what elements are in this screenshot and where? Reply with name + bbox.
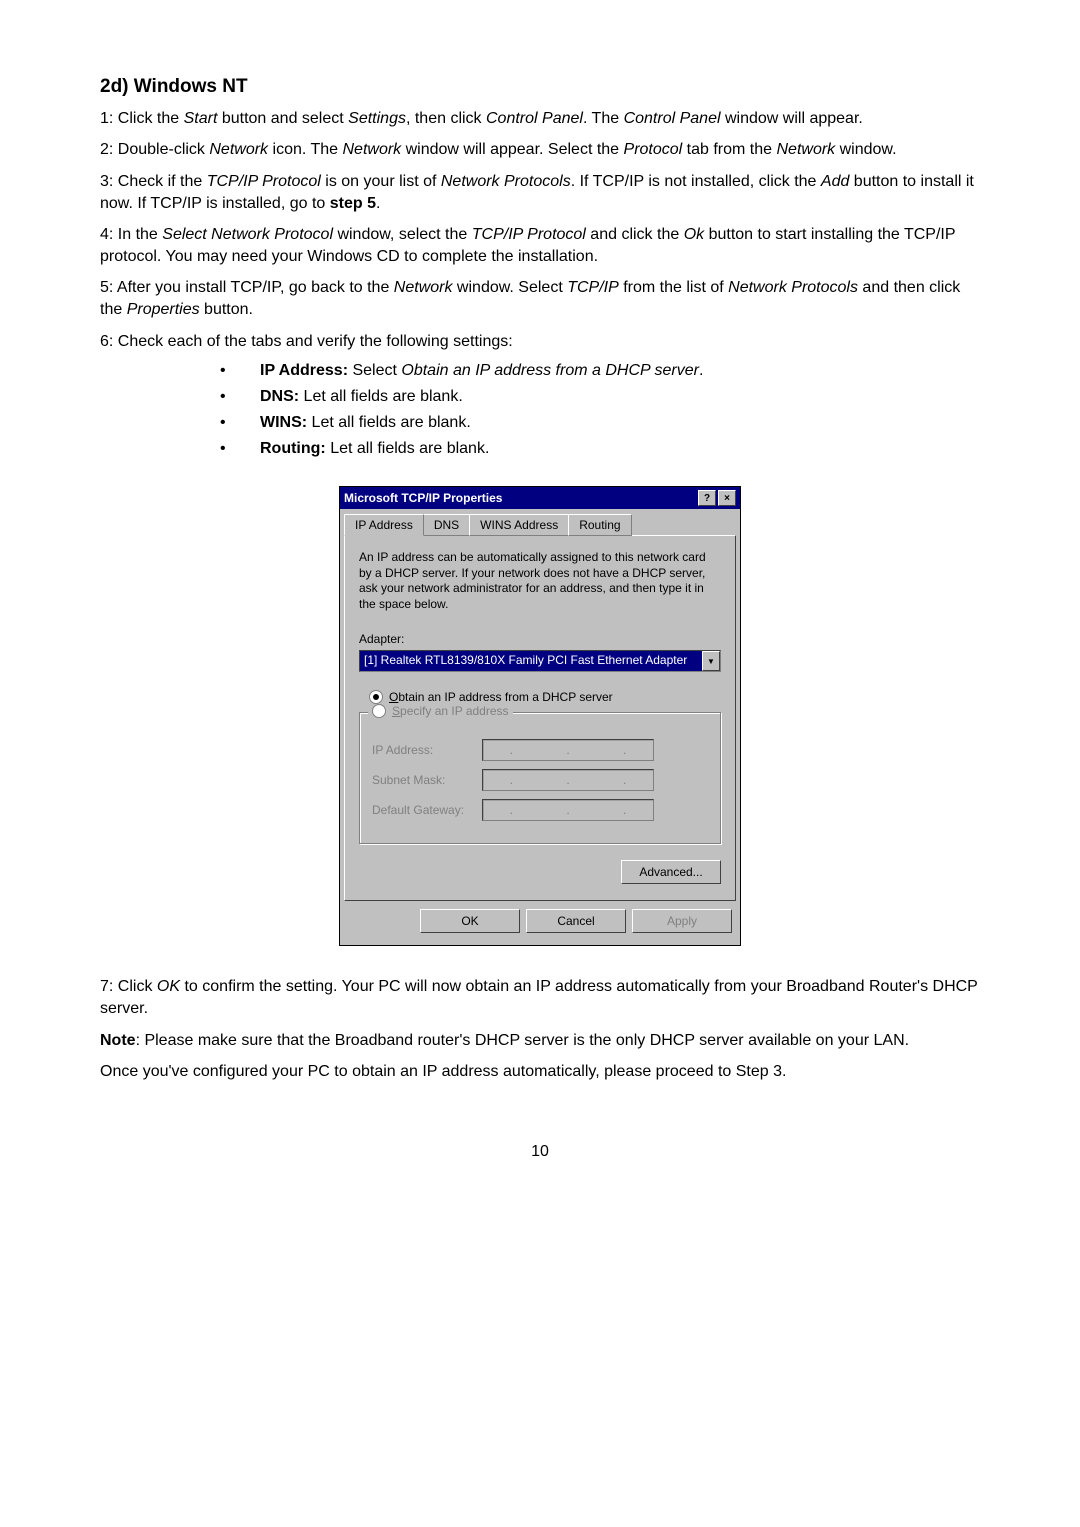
specify-fieldset: Specify an IP address IP Address: ... Su… (359, 712, 721, 844)
help-button[interactable]: ? (698, 490, 716, 506)
bullet-routing: Routing: Let all fields are blank. (220, 440, 980, 458)
adapter-label: Adapter: (359, 632, 721, 646)
subnet-mask-input: ... (482, 769, 654, 791)
step-3: 3: Check if the TCP/IP Protocol is on yo… (100, 171, 980, 214)
bullet-dns: DNS: Let all fields are blank. (220, 388, 980, 406)
cancel-button[interactable]: Cancel (526, 909, 626, 933)
apply-button[interactable]: Apply (632, 909, 732, 933)
page-number: 10 (100, 1143, 980, 1161)
radio-icon (372, 704, 386, 718)
step-5: 5: After you install TCP/IP, go back to … (100, 277, 980, 320)
tab-routing[interactable]: Routing (568, 514, 631, 536)
step-1: 1: Click the Start button and select Set… (100, 108, 980, 130)
close-button[interactable]: × (718, 490, 736, 506)
default-gateway-input: ... (482, 799, 654, 821)
tcp-ip-properties-dialog: Microsoft TCP/IP Properties ? × IP Addre… (339, 486, 741, 946)
tabs: IP Address DNS WINS Address Routing (344, 513, 736, 535)
note: Note: Please make sure that the Broadban… (100, 1030, 980, 1052)
default-gateway-label: Default Gateway: (372, 803, 482, 817)
radio-obtain-dhcp[interactable]: OObtain an IP address from a DHCP server… (369, 690, 721, 704)
step-2: 2: Double-click Network icon. The Networ… (100, 139, 980, 161)
subnet-mask-label: Subnet Mask: (372, 773, 482, 787)
radio-icon (369, 690, 383, 704)
bullet-wins: WINS: Let all fields are blank. (220, 414, 980, 432)
bullet-ip-address: IP Address: Select Obtain an IP address … (220, 362, 980, 380)
radio-specify-ip[interactable]: Specify an IP address (368, 704, 513, 718)
dialog-description: An IP address can be automatically assig… (359, 550, 721, 612)
tab-ip-address[interactable]: IP Address (344, 514, 424, 536)
section-heading: 2d) Windows NT (100, 76, 980, 98)
step-7: 7: Click OK to confirm the setting. Your… (100, 976, 980, 1019)
radio-specify-label: Specify an IP address (392, 704, 509, 718)
titlebar: Microsoft TCP/IP Properties ? × (340, 487, 740, 509)
ok-button[interactable]: OK (420, 909, 520, 933)
step-4: 4: In the Select Network Protocol window… (100, 224, 980, 267)
dialog-title: Microsoft TCP/IP Properties (344, 491, 502, 505)
radio-obtain-label: OObtain an IP address from a DHCP server… (389, 690, 613, 704)
final-text: Once you've configured your PC to obtain… (100, 1061, 980, 1083)
tab-panel: An IP address can be automatically assig… (344, 535, 736, 901)
step-6: 6: Check each of the tabs and verify the… (100, 331, 980, 353)
tab-wins-address[interactable]: WINS Address (469, 514, 569, 536)
tab-dns[interactable]: DNS (423, 514, 470, 536)
adapter-dropdown[interactable]: [1] Realtek RTL8139/810X Family PCI Fast… (359, 650, 721, 672)
chevron-down-icon[interactable]: ▼ (702, 651, 720, 671)
ip-address-input: ... (482, 739, 654, 761)
ip-address-label: IP Address: (372, 743, 482, 757)
adapter-value: [1] Realtek RTL8139/810X Family PCI Fast… (360, 651, 702, 671)
advanced-button[interactable]: Advanced... (621, 860, 721, 884)
